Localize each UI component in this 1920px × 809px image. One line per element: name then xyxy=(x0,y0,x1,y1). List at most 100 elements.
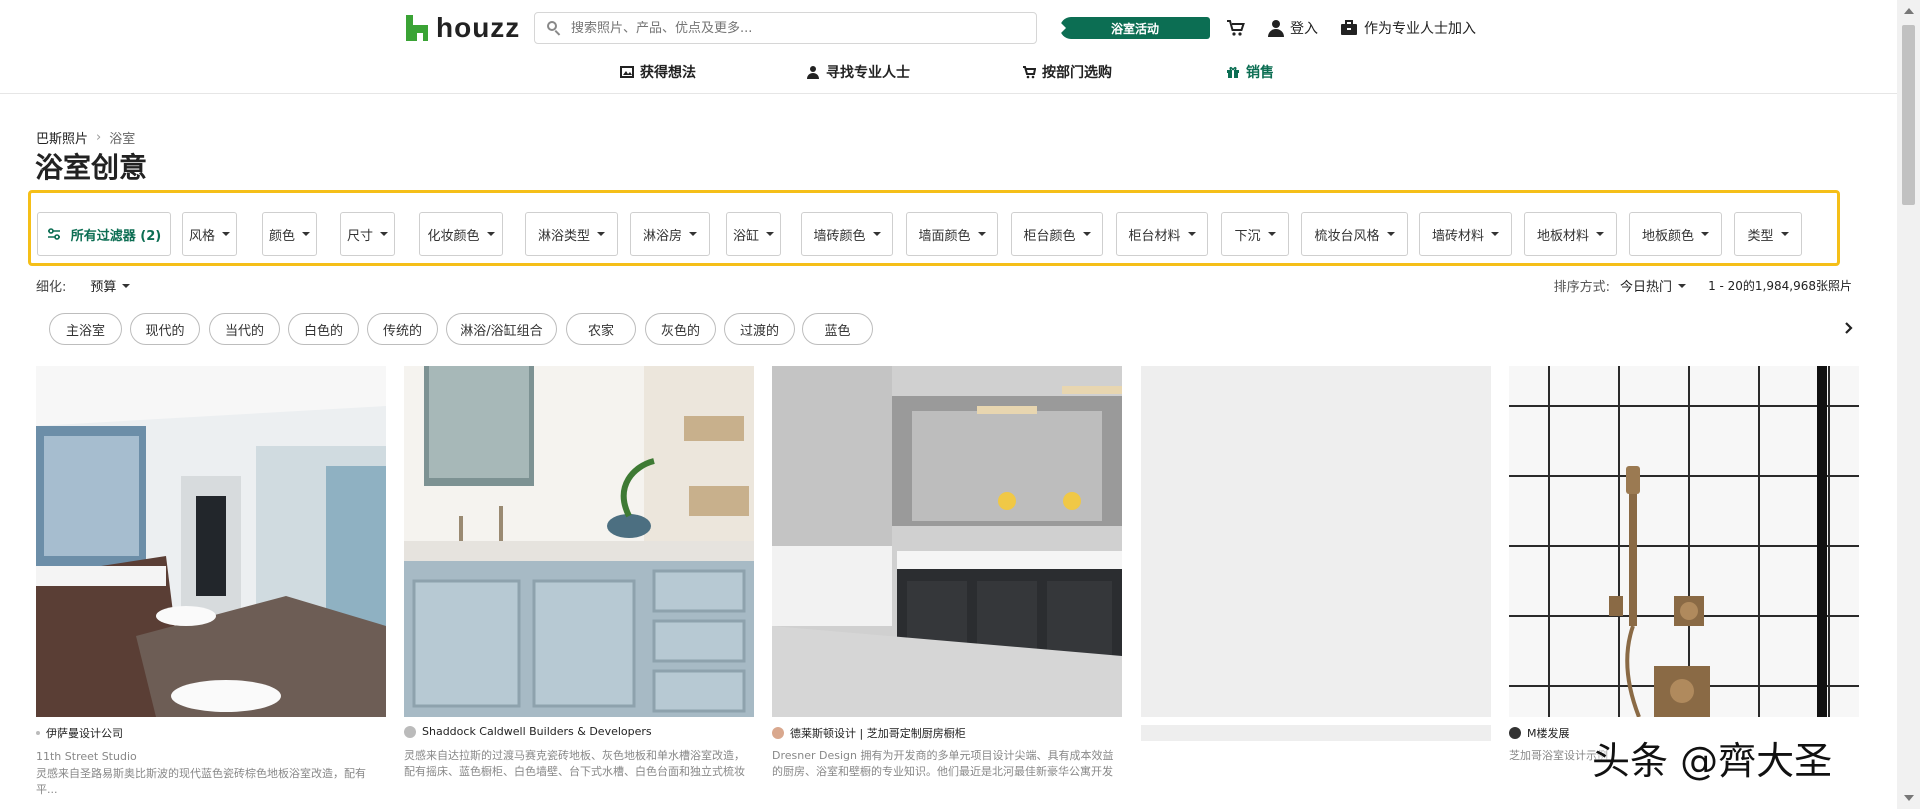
photo-card[interactable] xyxy=(1141,366,1491,741)
card-project: 11th Street Studio xyxy=(36,750,137,763)
breadcrumb-current: 浴室 xyxy=(109,132,136,147)
chip-farmhouse[interactable]: 农家 xyxy=(566,313,636,345)
caret-down-icon xyxy=(1780,232,1789,236)
chip-contemporary[interactable]: 当代的 xyxy=(209,313,280,345)
filter-shower-enclosure[interactable]: 淋浴房 xyxy=(630,212,710,256)
arrow-up-icon[interactable] xyxy=(1904,8,1914,14)
caret-down-icon xyxy=(1678,283,1687,288)
caret-down-icon xyxy=(689,232,697,236)
caret-down-icon xyxy=(1267,232,1276,236)
promo-banner[interactable]: 浴室活动 xyxy=(1060,17,1210,39)
filter-vanity-style[interactable]: 梳妆台风格 xyxy=(1301,212,1408,256)
bathroom-photo[interactable] xyxy=(772,366,1122,717)
chip-blue[interactable]: 蓝色 xyxy=(802,313,873,345)
join-pro-link[interactable]: 作为专业人士加入 xyxy=(1340,18,1476,38)
filter-countertop-material[interactable]: 柜台材料 xyxy=(1116,212,1208,256)
photos-icon xyxy=(620,65,634,79)
filter-vanity-color[interactable]: 化妆颜色 xyxy=(419,212,503,256)
chip-gray[interactable]: 灰色的 xyxy=(645,313,716,345)
caret-down-icon xyxy=(222,232,230,236)
caret-down-icon xyxy=(1491,232,1499,236)
nav-get-ideas[interactable]: 获得想法 xyxy=(620,62,696,82)
chip-modern[interactable]: 现代的 xyxy=(130,313,200,345)
main-nav: 获得想法 寻找专业人士 按部门选购 销售 xyxy=(0,60,1920,84)
bathroom-photo[interactable] xyxy=(404,366,754,717)
filter-wall-color[interactable]: 墙面颜色 xyxy=(906,212,998,256)
caret-down-icon xyxy=(1386,232,1395,236)
budget-dropdown[interactable]: 预算 xyxy=(90,276,131,295)
filter-floor-material[interactable]: 地板材料 xyxy=(1524,212,1617,256)
search-input[interactable] xyxy=(571,20,1011,36)
filter-floor-color[interactable]: 地板颜色 xyxy=(1629,212,1722,256)
bathroom-photo[interactable] xyxy=(36,366,386,717)
filter-style[interactable]: 风格 xyxy=(182,212,237,256)
caret-down-icon xyxy=(977,232,986,236)
scrollbar-thumb[interactable] xyxy=(1902,25,1915,205)
filter-wall-tile-material[interactable]: 墙砖材料 xyxy=(1419,212,1512,256)
chip-traditional[interactable]: 传统的 xyxy=(367,313,438,345)
page-scrollbar[interactable] xyxy=(1897,0,1920,809)
photo-card[interactable]: 德莱斯顿设计 | 芝加哥定制厨房橱柜 Dresner Design 拥有为开发商… xyxy=(772,366,1122,778)
caret-down-icon xyxy=(486,232,495,236)
avatar xyxy=(1509,727,1521,739)
photo-card[interactable]: 伊萨曼设计公司 11th Street Studio 灵感来自圣路易斯奥比斯波的… xyxy=(36,366,386,796)
search-icon xyxy=(547,21,561,36)
photo-card[interactable]: Shaddock Caldwell Builders & Developers … xyxy=(404,366,754,778)
cart-icon[interactable] xyxy=(1226,18,1246,38)
login-label: 登入 xyxy=(1290,21,1318,37)
photo-card[interactable]: M楼发展 芝加哥浴室设计示例 xyxy=(1509,366,1859,762)
houzz-logo[interactable]: houzz xyxy=(406,10,520,46)
arrow-down-icon[interactable] xyxy=(1904,795,1914,801)
card-description: 灵感来自达拉斯的过渡马赛克瓷砖地板、灰色地板和单水槽浴室改造，配有摇床、蓝色橱柜… xyxy=(404,749,745,778)
caret-down-icon xyxy=(122,283,131,288)
briefcase-icon xyxy=(1340,19,1358,37)
page-title: 浴室创意 xyxy=(35,151,148,184)
logo-text: houzz xyxy=(436,12,521,43)
refine-label: 细化: xyxy=(36,280,67,295)
watermark: 头条 @齊大圣 xyxy=(1592,739,1833,783)
filter-countertop-color[interactable]: 柜台颜色 xyxy=(1011,212,1103,256)
result-count: 1 - 20的1,984,968张照片 xyxy=(1708,279,1852,293)
filter-sink[interactable]: 下沉 xyxy=(1221,212,1289,256)
user-icon xyxy=(1268,19,1284,37)
nav-find-pros[interactable]: 寻找专业人士 xyxy=(806,62,910,82)
card-description: 灵感来自圣路易斯奥比斯波的现代蓝色瓷砖棕色地板浴室改造，配有平... xyxy=(36,767,366,796)
caret-down-icon xyxy=(1701,232,1709,236)
all-filters-button[interactable]: 所有过滤器 (2) xyxy=(37,212,171,256)
chip-shower-tub-combo[interactable]: 淋浴/浴缸组合 xyxy=(446,313,557,345)
card-pro-name[interactable]: 德莱斯顿设计 | 芝加哥定制厨房橱柜 xyxy=(772,725,966,741)
pro-icon xyxy=(806,65,820,79)
refine-row: 细化: 预算 xyxy=(36,276,131,295)
caret-down-icon xyxy=(1082,232,1091,236)
chip-white[interactable]: 白色的 xyxy=(288,313,359,345)
chip-transitional[interactable]: 过渡的 xyxy=(724,313,795,345)
breadcrumb-parent[interactable]: 巴斯照片 xyxy=(36,128,88,147)
nav-sale[interactable]: 销售 xyxy=(1226,62,1274,82)
sort-row: 排序方式: 今日热门 1 - 20的1,984,968张照片 xyxy=(1554,276,1852,295)
nav-shop[interactable]: 按部门选购 xyxy=(1022,62,1112,82)
filter-size[interactable]: 尺寸 xyxy=(340,212,395,256)
filter-type[interactable]: 类型 xyxy=(1734,212,1802,256)
filter-tub[interactable]: 浴缸 xyxy=(726,212,781,256)
gift-icon xyxy=(1226,65,1240,79)
filter-wall-tile-color[interactable]: 墙砖颜色 xyxy=(801,212,893,256)
cart-icon xyxy=(1022,65,1037,79)
sort-dropdown[interactable]: 今日热门 xyxy=(1620,276,1687,295)
breadcrumb: 巴斯照片 › 浴室 xyxy=(36,128,135,147)
caret-down-icon xyxy=(766,232,774,236)
avatar xyxy=(772,727,784,739)
login-link[interactable]: 登入 xyxy=(1268,18,1318,38)
card-pro-name[interactable]: Shaddock Caldwell Builders & Developers xyxy=(404,725,652,738)
filter-color[interactable]: 颜色 xyxy=(262,212,317,256)
chip-master-bath[interactable]: 主浴室 xyxy=(49,313,122,345)
photo-placeholder xyxy=(1141,366,1491,717)
filter-shower-type[interactable]: 淋浴类型 xyxy=(525,212,618,256)
chevron-right-icon[interactable] xyxy=(1842,318,1856,338)
site-header: houzz 浴室活动 登入 作为专业人士加入 获得想法 寻找专业人士 按部门选购 xyxy=(0,0,1920,94)
card-pro-name[interactable]: 伊萨曼设计公司 xyxy=(36,725,123,741)
card-pro-name[interactable]: M楼发展 xyxy=(1509,725,1570,741)
bathroom-photo[interactable] xyxy=(1509,366,1859,717)
loading-bar xyxy=(1141,725,1491,741)
avatar xyxy=(404,725,416,738)
search-box[interactable] xyxy=(534,12,1037,44)
